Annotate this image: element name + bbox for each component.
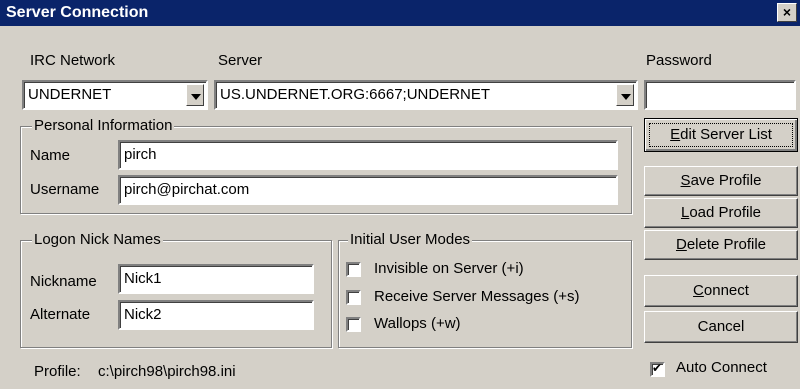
- nickname-field[interactable]: Nick1: [118, 264, 314, 294]
- personal-information-title: Personal Information: [32, 117, 175, 134]
- chevron-down-icon[interactable]: [186, 84, 204, 106]
- delete-profile-label: elete Profile: [686, 236, 767, 253]
- invisible-label: Invisible on Server (+i): [374, 260, 524, 277]
- save-profile-label: ave Profile: [690, 172, 762, 189]
- auto-connect-checkbox[interactable]: [650, 361, 665, 377]
- logon-nick-names-group: [20, 240, 332, 348]
- name-label: Name: [30, 147, 71, 164]
- focus-rect: [649, 123, 793, 147]
- profile-path: c:\pirch98\pirch98.ini: [98, 363, 236, 380]
- delete-mnemonic: D: [675, 236, 687, 253]
- receive-server-messages-checkbox[interactable]: [346, 290, 361, 305]
- load-profile-label: oad Profile: [689, 204, 762, 221]
- save-profile-button[interactable]: Save Profile: [644, 166, 798, 196]
- close-icon[interactable]: ×: [777, 3, 797, 22]
- server-value: US.UNDERNET.ORG:6667;UNDERNET: [220, 86, 491, 103]
- irc-network-value: UNDERNET: [28, 86, 112, 103]
- name-field[interactable]: pirch: [118, 140, 618, 170]
- wallops-checkbox[interactable]: [346, 317, 361, 332]
- wallops-label: Wallops (+w): [374, 315, 461, 332]
- delete-profile-button[interactable]: Delete Profile: [644, 230, 798, 260]
- username-field[interactable]: pirch@pirchat.com: [118, 175, 618, 205]
- irc-network-label: IRC Network: [30, 52, 116, 69]
- password-field[interactable]: [644, 80, 796, 110]
- cancel-button[interactable]: Cancel: [644, 311, 798, 343]
- alternate-label: Alternate: [30, 306, 91, 323]
- nickname-label: Nickname: [30, 273, 97, 290]
- initial-user-modes-title: Initial User Modes: [348, 231, 473, 248]
- server-label: Server: [218, 52, 263, 69]
- profile-label: Profile:: [34, 363, 81, 380]
- window-title: Server Connection: [6, 4, 149, 21]
- server-select[interactable]: US.UNDERNET.ORG:6667;UNDERNET: [214, 80, 638, 110]
- load-profile-button[interactable]: Load Profile: [644, 198, 798, 228]
- password-label: Password: [646, 52, 712, 69]
- auto-connect-label: Auto Connect: [676, 359, 767, 376]
- chevron-down-icon[interactable]: [616, 84, 634, 106]
- title-bar[interactable]: Server Connection ×: [0, 0, 800, 26]
- server-connection-dialog: Server Connection × IRC Network Server P…: [0, 0, 800, 389]
- username-label: Username: [30, 181, 100, 198]
- alternate-field[interactable]: Nick2: [118, 300, 314, 330]
- invisible-checkbox[interactable]: [346, 262, 361, 277]
- save-mnemonic: S: [680, 172, 691, 189]
- connect-button[interactable]: Connect: [644, 275, 798, 307]
- logon-nick-names-title: Logon Nick Names: [32, 231, 163, 248]
- irc-network-select[interactable]: UNDERNET: [22, 80, 208, 110]
- connect-mnemonic: C: [693, 282, 704, 299]
- edit-server-list-button[interactable]: Edit Server List: [644, 118, 798, 152]
- receive-server-messages-label: Receive Server Messages (+s): [374, 288, 580, 305]
- connect-label: onnect: [703, 282, 749, 299]
